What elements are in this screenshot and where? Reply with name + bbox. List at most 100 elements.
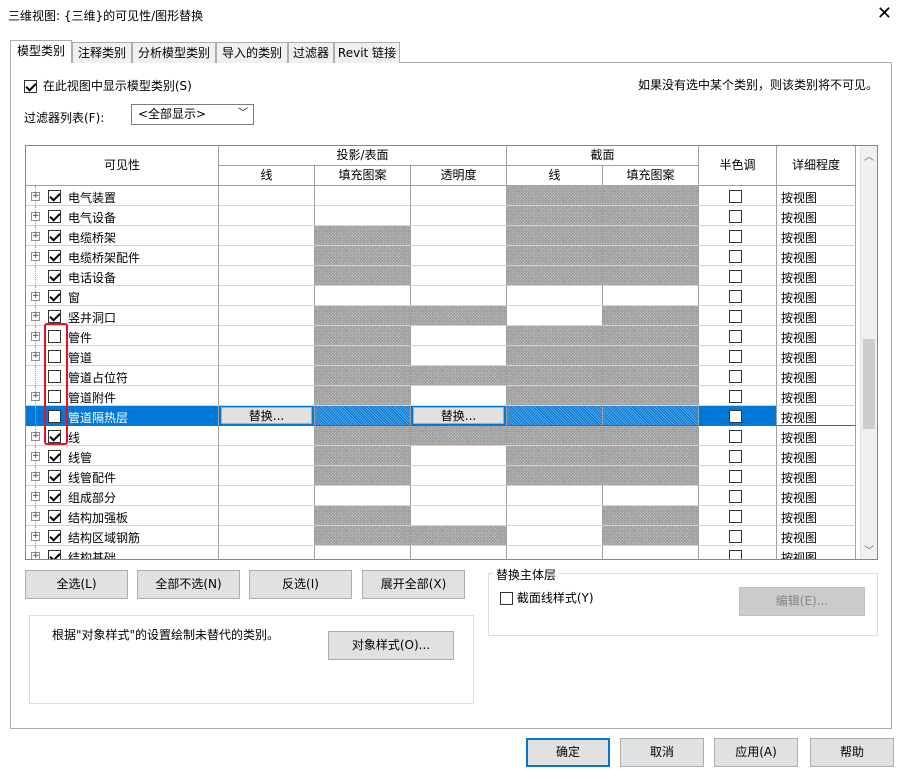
section-line-cell[interactable] [507,466,603,486]
detail-level-cell[interactable]: 按视图 [777,406,856,426]
apply-button[interactable]: 应用(A) [714,738,798,767]
projection-fill-cell[interactable] [315,466,411,486]
projection-fill-cell[interactable] [315,386,411,406]
show-model-categories-checkbox[interactable] [24,80,37,93]
projection-line-cell[interactable] [219,526,315,546]
halftone-checkbox[interactable] [729,230,742,243]
transparency-cell[interactable] [411,186,507,206]
projection-line-cell[interactable] [219,446,315,466]
table-row[interactable]: + 结构基础 按视图 [26,546,861,559]
visibility-checkbox[interactable] [48,210,61,223]
halftone-checkbox[interactable] [729,410,742,423]
section-fill-cell[interactable] [603,426,699,446]
expand-plus-icon[interactable]: + [31,252,40,261]
projection-line-cell[interactable] [219,266,315,286]
transparency-cell[interactable] [411,446,507,466]
visibility-checkbox[interactable] [48,230,61,243]
expand-all-button[interactable]: 展开全部(X) [362,570,465,599]
halftone-checkbox[interactable] [729,310,742,323]
halftone-checkbox[interactable] [729,330,742,343]
transparency-cell[interactable] [411,546,507,559]
detail-level-cell[interactable]: 按视图 [777,366,856,386]
section-line-cell[interactable] [507,306,603,326]
halftone-checkbox[interactable] [729,490,742,503]
table-row[interactable]: 管道隔热层 替换... 替换... 按视图 [26,406,861,426]
detail-level-cell[interactable]: 按视图 [777,246,856,266]
section-fill-cell[interactable] [603,466,699,486]
detail-level-cell[interactable]: 按视图 [777,466,856,486]
projection-fill-cell[interactable] [315,286,411,306]
table-row[interactable]: + 线管 按视图 [26,446,861,466]
line-override-button[interactable]: 替换... [221,407,312,424]
transparency-cell[interactable] [411,266,507,286]
projection-fill-cell[interactable] [315,346,411,366]
section-fill-cell[interactable] [603,446,699,466]
table-row[interactable]: + 线 按视图 [26,426,861,446]
section-fill-cell[interactable] [603,486,699,506]
scroll-thumb[interactable] [863,339,875,429]
section-line-cell[interactable] [507,486,603,506]
detail-level-cell[interactable]: 按视图 [777,286,856,306]
section-line-cell[interactable] [507,206,603,226]
section-line-cell[interactable] [507,406,603,426]
projection-fill-cell[interactable] [315,366,411,386]
transparency-cell[interactable] [411,466,507,486]
transparency-cell[interactable] [411,206,507,226]
detail-level-cell[interactable]: 按视图 [777,486,856,506]
visibility-checkbox[interactable] [48,270,61,283]
section-line-cell[interactable] [507,366,603,386]
detail-level-cell[interactable]: 按视图 [777,346,856,366]
section-fill-cell[interactable] [603,506,699,526]
table-row[interactable]: + 结构加强板 按视图 [26,506,861,526]
cut-line-styles-checkbox[interactable] [500,592,513,605]
halftone-checkbox[interactable] [729,350,742,363]
projection-fill-cell[interactable] [315,486,411,506]
projection-line-cell[interactable] [219,226,315,246]
table-row[interactable]: 管道占位符 按视图 [26,366,861,386]
section-line-cell[interactable] [507,446,603,466]
section-fill-cell[interactable] [603,526,699,546]
table-row[interactable]: + 电缆桥架 按视图 [26,226,861,246]
projection-line-cell[interactable] [219,366,315,386]
projection-line-cell[interactable] [219,386,315,406]
projection-fill-cell[interactable] [315,506,411,526]
section-line-cell[interactable] [507,266,603,286]
tab-imported-categories[interactable]: 导入的类别 [216,42,288,63]
section-fill-cell[interactable] [603,186,699,206]
tab-analytical-model-categories[interactable]: 分析模型类别 [132,42,216,63]
expand-plus-icon[interactable]: + [31,212,40,221]
visibility-checkbox[interactable] [48,190,61,203]
tab-model-categories[interactable]: 模型类别 [10,40,72,63]
transparency-cell[interactable] [411,286,507,306]
halftone-checkbox[interactable] [729,290,742,303]
invert-selection-button[interactable]: 反选(I) [249,570,352,599]
expand-plus-icon[interactable]: + [31,232,40,241]
halftone-checkbox[interactable] [729,450,742,463]
halftone-checkbox[interactable] [729,250,742,263]
section-line-cell[interactable] [507,186,603,206]
transparency-cell[interactable] [411,526,507,546]
scroll-down-icon[interactable]: ﹀ [864,542,874,557]
detail-level-cell[interactable]: 按视图 [777,426,856,446]
detail-level-cell[interactable]: 按视图 [777,526,856,546]
select-all-button[interactable]: 全选(L) [25,570,128,599]
section-line-cell[interactable] [507,426,603,446]
section-fill-cell[interactable] [603,306,699,326]
table-row[interactable]: + 管件 按视图 [26,326,861,346]
detail-level-cell[interactable]: 按视图 [777,386,856,406]
filter-list-dropdown[interactable]: <全部显示> ﹀ [131,104,254,125]
detail-level-cell[interactable]: 按视图 [777,546,856,559]
halftone-checkbox[interactable] [729,510,742,523]
halftone-checkbox[interactable] [729,270,742,283]
projection-fill-cell[interactable] [315,246,411,266]
section-line-cell[interactable] [507,246,603,266]
expand-plus-icon[interactable]: + [31,452,40,461]
table-row[interactable]: + 管道附件 按视图 [26,386,861,406]
table-row[interactable]: + 电气装置 按视图 [26,186,861,206]
detail-level-cell[interactable]: 按视图 [777,506,856,526]
section-line-cell[interactable] [507,546,603,559]
transparency-cell[interactable] [411,306,507,326]
section-fill-cell[interactable] [603,326,699,346]
section-line-cell[interactable] [507,346,603,366]
detail-level-cell[interactable]: 按视图 [777,446,856,466]
